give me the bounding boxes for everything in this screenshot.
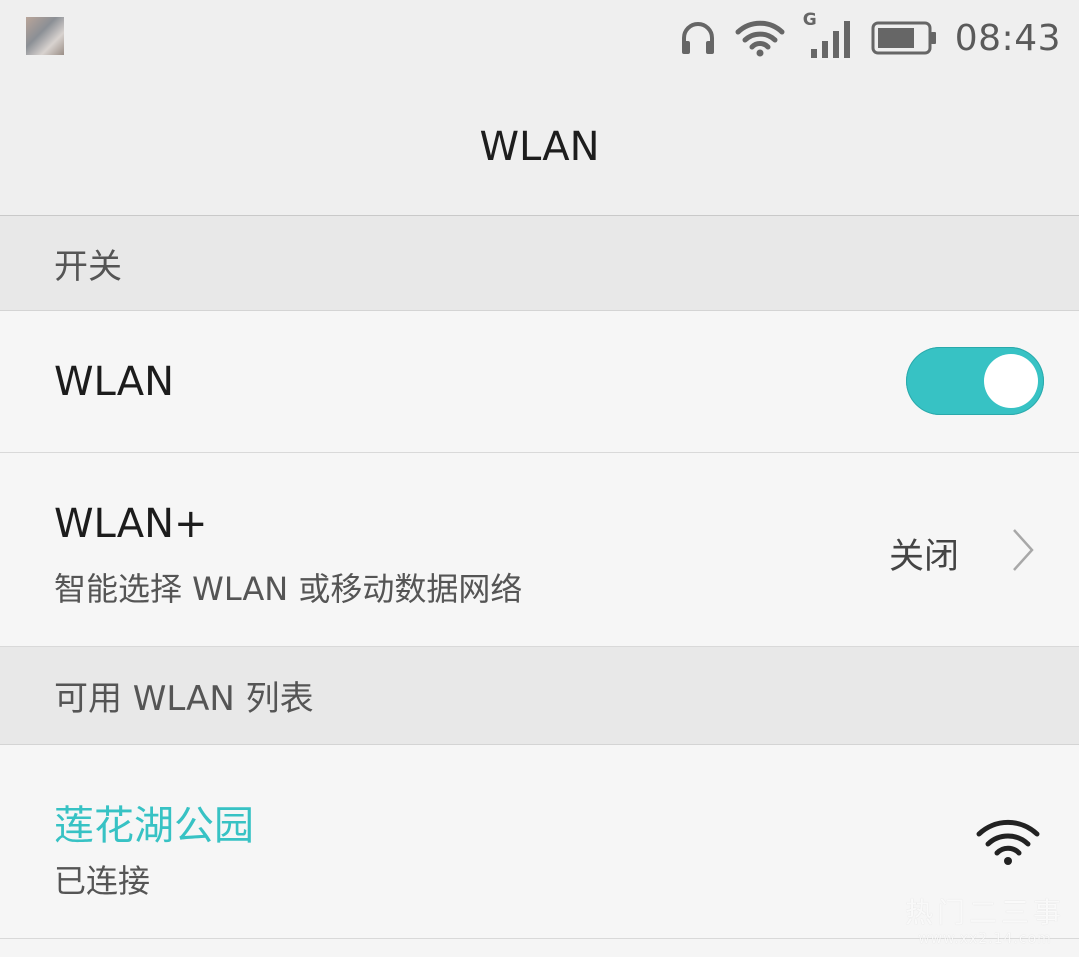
- wlan-toggle-row[interactable]: WLAN: [0, 311, 1079, 453]
- section-header-available-label: 可用 WLAN 列表: [54, 679, 314, 719]
- wlan-plus-value: 关闭: [888, 537, 959, 577]
- wlan-plus-subtitle: 智能选择 WLAN 或移动数据网络: [54, 570, 523, 608]
- signal-icon: G: [803, 10, 853, 60]
- toggle-knob: [984, 354, 1038, 408]
- title-bar: WLAN: [0, 78, 1079, 216]
- battery-icon: [871, 21, 936, 55]
- network-ssid: 莲花湖公园: [54, 803, 254, 849]
- section-header-switch: 开关: [0, 216, 1079, 311]
- watermark: 热门二三事 www.xx2.14.com: [905, 891, 1065, 947]
- section-header-available: 可用 WLAN 列表: [0, 647, 1079, 745]
- chevron-right-icon: [1013, 529, 1034, 571]
- wlan-plus-label: WLAN+: [54, 501, 208, 547]
- network-status: 已连接: [54, 862, 151, 900]
- wifi-full-icon: [976, 819, 1040, 865]
- wlan-toggle-switch[interactable]: [906, 347, 1044, 415]
- status-bar: G 08:43: [0, 0, 1079, 78]
- page-title: WLAN: [479, 123, 600, 170]
- status-icons: G 08:43: [679, 10, 1061, 62]
- headphones-icon: [681, 22, 714, 54]
- status-time: 08:43: [954, 17, 1061, 59]
- wlan-label: WLAN: [54, 359, 175, 405]
- watermark-url: www.xx2.14.com: [918, 931, 1052, 947]
- wifi-icon: [735, 20, 785, 57]
- section-header-switch-label: 开关: [54, 246, 122, 287]
- notification-thumbnail: [26, 17, 64, 55]
- watermark-main: 热门二三事: [904, 896, 1065, 929]
- wlan-plus-row[interactable]: WLAN+ 智能选择 WLAN 或移动数据网络 关闭: [0, 453, 1079, 647]
